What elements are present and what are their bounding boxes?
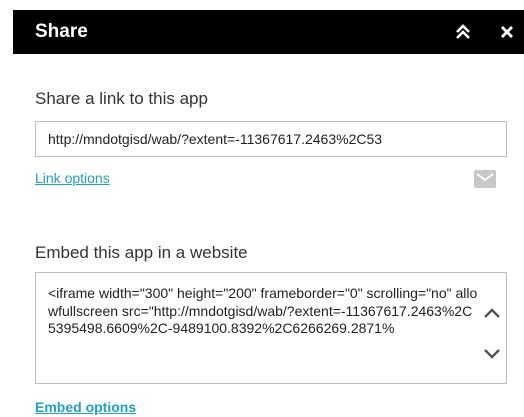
scroll-up-button[interactable] [483, 306, 501, 320]
embed-label: Embed this app in a website [35, 243, 248, 262]
close-button[interactable] [496, 21, 518, 43]
embed-code-text: <iframe width="300" height="200" framebo… [48, 285, 478, 336]
chevron-up-icon [484, 308, 500, 318]
panel-header: Share [13, 10, 524, 54]
share-url-text: http://mndotgisd/wab/?extent=-11367617.2… [48, 131, 383, 147]
panel-title: Share [35, 21, 88, 42]
embed-options-link[interactable]: Embed options [35, 399, 136, 415]
scroll-down-button[interactable] [483, 347, 501, 361]
double-chevron-up-icon [456, 24, 470, 39]
email-share-button[interactable] [474, 170, 496, 188]
chevron-down-icon [484, 349, 500, 359]
close-icon [501, 26, 513, 38]
link-options-link[interactable]: Link options [35, 170, 110, 186]
collapse-button[interactable] [452, 21, 474, 43]
embed-code-textarea[interactable]: <iframe width="300" height="200" framebo… [35, 272, 507, 384]
share-url-field[interactable]: http://mndotgisd/wab/?extent=-11367617.2… [35, 121, 507, 157]
share-link-label: Share a link to this app [35, 89, 208, 108]
mail-icon [474, 170, 496, 188]
